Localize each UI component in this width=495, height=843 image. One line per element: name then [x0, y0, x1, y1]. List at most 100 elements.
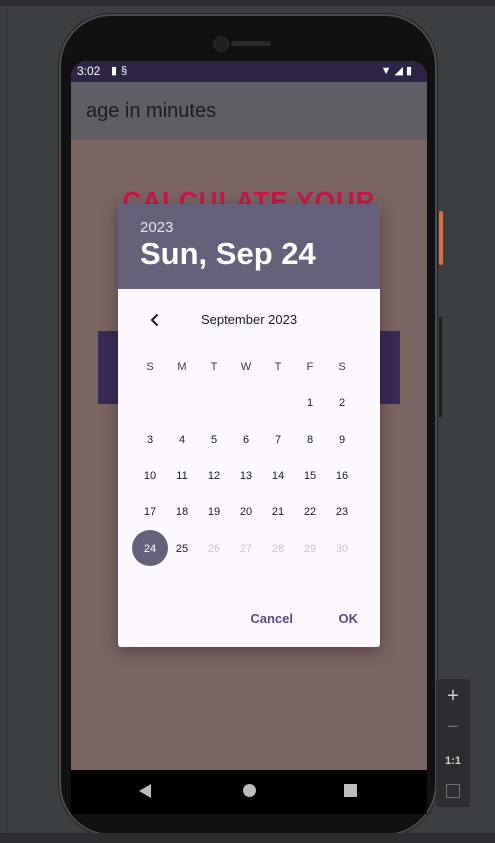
actual-size-button[interactable]: 1:1: [436, 747, 470, 775]
dialog-year[interactable]: 2023: [140, 219, 173, 236]
wifi-icon: ▼: [380, 65, 395, 77]
calendar-week-row: 24 25 26 27 28 29 30: [132, 530, 366, 567]
day-label: 8: [306, 433, 314, 446]
power-button[interactable]: [439, 211, 443, 265]
dialog-selected-date[interactable]: Sun, Sep 24: [140, 236, 316, 272]
fit-screen-icon: [446, 784, 460, 798]
day-label: 21: [271, 506, 285, 519]
dialog-actions: Cancel OK: [238, 611, 358, 631]
day-label: 3: [146, 433, 154, 446]
day-cell-8[interactable]: 8: [294, 422, 326, 458]
day-cell-5[interactable]: 5: [198, 422, 230, 458]
status-left-icons: ▮§: [111, 64, 131, 77]
volume-button[interactable]: [439, 317, 442, 417]
day-cell-2[interactable]: 2: [326, 385, 358, 421]
sync-icon: §: [121, 65, 132, 77]
back-icon[interactable]: [139, 784, 151, 798]
day-label: 13: [239, 470, 253, 483]
cancel-button[interactable]: Cancel: [250, 611, 293, 626]
day-label: 27: [239, 542, 253, 555]
navigation-bar: [71, 770, 427, 814]
day-cell-1[interactable]: 1: [294, 385, 326, 421]
day-label: 17: [143, 506, 157, 519]
month-navigation: September 2023: [118, 309, 380, 331]
day-cell-23[interactable]: 23: [326, 494, 358, 530]
weekday-label: T: [210, 361, 218, 374]
calendar-week-row: 12: [134, 385, 366, 421]
day-cell-25[interactable]: 25: [166, 530, 198, 566]
day-cell-22[interactable]: 22: [294, 494, 326, 530]
day-cell-29: 29: [294, 530, 326, 566]
day-cell-30: 30: [326, 530, 358, 566]
day-cell-7[interactable]: 7: [262, 422, 294, 458]
day-cell-26: 26: [198, 530, 230, 566]
weekday-label: S: [146, 361, 154, 374]
recents-icon[interactable]: [344, 784, 357, 797]
empty-day-cell: [198, 385, 230, 421]
weekday-label: W: [240, 361, 252, 374]
weekday-header-row: SMTWTFS: [134, 349, 366, 385]
status-bar: 3:02 ▮§ ▼◢▮: [71, 61, 427, 82]
day-cell-27: 27: [230, 530, 262, 566]
battery-icon: ▮: [405, 65, 415, 77]
ok-button[interactable]: OK: [339, 611, 359, 626]
ide-divider: [6, 6, 7, 833]
day-cell-16[interactable]: 16: [326, 458, 358, 494]
day-cell-28: 28: [262, 530, 294, 566]
day-label: 25: [175, 542, 189, 555]
day-label: 30: [335, 542, 349, 555]
ide-bottom-strip: [0, 833, 495, 843]
day-label: 2: [338, 397, 346, 410]
calendar-week-row: 3 4 5 6 7 8 9: [134, 422, 366, 458]
day-label: 18: [175, 506, 189, 519]
day-cell-19[interactable]: 19: [198, 494, 230, 530]
empty-day-cell: [262, 385, 294, 421]
dialog-header: 2023 Sun, Sep 24: [118, 204, 380, 289]
camera-icon: [213, 36, 229, 52]
empty-day-cell: [166, 385, 198, 421]
emulator-zoom-panel: + − 1:1: [436, 679, 470, 807]
day-cell-3[interactable]: 3: [134, 422, 166, 458]
fit-screen-button[interactable]: [436, 777, 470, 805]
day-cell-14[interactable]: 14: [262, 458, 294, 494]
day-label: 26: [207, 542, 221, 555]
month-title: September 2023: [200, 312, 298, 327]
zoom-in-button[interactable]: +: [436, 682, 470, 710]
day-label: 7: [274, 433, 282, 446]
weekday-label: M: [177, 361, 187, 374]
signal-icon: ◢: [394, 65, 406, 77]
day-cell-11[interactable]: 11: [166, 458, 198, 494]
day-cell-4[interactable]: 4: [166, 422, 198, 458]
day-label: 5: [210, 433, 218, 446]
day-label: 15: [303, 470, 317, 483]
speaker-grille: [231, 41, 271, 46]
day-cell-24[interactable]: 24: [132, 530, 168, 567]
date-picker-dialog: 2023 Sun, Sep 24 September 2023 SMTWTFS …: [118, 204, 380, 647]
day-cell-20[interactable]: 20: [230, 494, 262, 530]
home-icon[interactable]: [243, 784, 256, 797]
day-cell-15[interactable]: 15: [294, 458, 326, 494]
day-cell-21[interactable]: 21: [262, 494, 294, 530]
day-label: 19: [207, 506, 221, 519]
calendar-week-row: 10 11 12 13 14 15 16: [134, 458, 366, 494]
day-cell-10[interactable]: 10: [134, 458, 166, 494]
day-cell-12[interactable]: 12: [198, 458, 230, 494]
ide-top-strip: [0, 0, 495, 6]
day-label: 22: [303, 506, 317, 519]
day-cell-18[interactable]: 18: [166, 494, 198, 530]
day-label: 20: [239, 506, 253, 519]
day-cell-9[interactable]: 9: [326, 422, 358, 458]
day-cell-13[interactable]: 13: [230, 458, 262, 494]
day-label: 11: [176, 470, 188, 483]
day-cell-17[interactable]: 17: [134, 494, 166, 530]
zoom-out-button[interactable]: −: [436, 713, 470, 741]
day-label: 28: [271, 542, 285, 555]
day-label: 9: [338, 433, 346, 446]
app-bar: age in minutes: [71, 82, 427, 140]
app-title: age in minutes: [86, 100, 217, 122]
day-cell-6[interactable]: 6: [230, 422, 262, 458]
empty-day-cell: [134, 385, 166, 421]
weekday-label: T: [274, 361, 282, 374]
calendar-week-row: 17 18 19 20 21 22 23: [134, 494, 366, 530]
day-label: 23: [335, 506, 349, 519]
